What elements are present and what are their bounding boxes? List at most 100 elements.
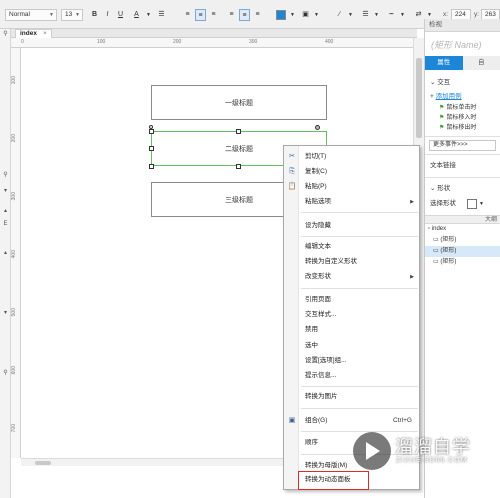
line-width-icon[interactable]: ☰ bbox=[360, 9, 371, 21]
menu-item-convert-custom-shape[interactable]: 转换为自定义形状 bbox=[299, 255, 420, 269]
resize-handle[interactable] bbox=[149, 146, 154, 151]
ruler-label: 300 bbox=[11, 192, 17, 201]
search-icon[interactable]: ⚲ bbox=[1, 30, 10, 37]
search-icon[interactable]: ⚲ bbox=[1, 369, 10, 376]
select-shape-row: 选择形状 ▼ bbox=[425, 198, 500, 210]
more-events-label: 更多事件>>> bbox=[433, 142, 468, 148]
ruler-label: 500 bbox=[11, 308, 17, 317]
event-label: 鼠标单击时 bbox=[446, 105, 477, 111]
menu-item-interaction-styles[interactable]: 交互样式... bbox=[299, 308, 420, 322]
font-size-select[interactable]: 13 ▼ bbox=[61, 9, 83, 21]
menu-separator bbox=[301, 386, 418, 387]
watermark-logo: 溜溜自学 ZIXUE.3D66.COM bbox=[350, 430, 500, 480]
chevron-down-icon[interactable]: ▼ bbox=[397, 9, 408, 21]
menu-item-cut[interactable]: 剪切(T) bbox=[299, 150, 420, 164]
add-case-link[interactable]: 添加用例 bbox=[436, 93, 462, 100]
align-center-icon[interactable]: ≡ bbox=[195, 9, 206, 21]
outline-root-label: index bbox=[431, 226, 447, 232]
font-color-button[interactable]: A bbox=[131, 9, 142, 21]
chevron-down-icon[interactable]: ▾ bbox=[1, 187, 10, 194]
menu-item-set-option-group[interactable]: 设置[选项]组... bbox=[299, 354, 420, 368]
chevron-down-icon[interactable]: ▼ bbox=[479, 198, 484, 210]
menu-item-paste-options[interactable]: 粘贴选项 ▶ bbox=[299, 195, 420, 209]
resize-handle[interactable] bbox=[149, 164, 154, 169]
shape-picker-swatch[interactable] bbox=[467, 199, 477, 209]
play-icon bbox=[366, 442, 380, 460]
menu-item-group[interactable]: 组合(G) Ctrl+G bbox=[299, 414, 420, 428]
chevron-down-icon[interactable]: ▼ bbox=[311, 9, 322, 21]
menu-item-shortcut: Ctrl+G bbox=[393, 417, 412, 424]
text-link-label[interactable]: 文本链接 bbox=[425, 159, 500, 169]
chevron-down-icon[interactable]: ▼ bbox=[287, 9, 298, 21]
rectangle-shape-1[interactable]: 一级标题 bbox=[151, 85, 327, 120]
line-color-icon[interactable]: ∕ bbox=[334, 9, 345, 21]
corner-radius-handle[interactable] bbox=[149, 125, 153, 129]
panel-item-icon[interactable]: E bbox=[1, 221, 10, 227]
tab-style[interactable]: 自 bbox=[462, 56, 500, 70]
menu-item-convert-image[interactable]: 转换为图片 bbox=[299, 390, 420, 404]
flag-icon: ⚑ bbox=[439, 125, 445, 131]
ruler-label: 200 bbox=[11, 134, 17, 143]
event-mouseenter[interactable]: ⚑ 鼠标移入时 bbox=[425, 113, 500, 123]
align-bottom-icon[interactable]: ≡ bbox=[252, 9, 263, 21]
line-style-icon[interactable]: ┅ bbox=[386, 9, 397, 21]
event-mouseout[interactable]: ⚑ 鼠标移出时 bbox=[425, 123, 500, 133]
menu-item-selected[interactable]: 选中 bbox=[299, 339, 420, 353]
scroll-thumb[interactable] bbox=[35, 461, 51, 465]
ruler-label: 700 bbox=[11, 424, 17, 433]
watermark-text: 溜溜自学 bbox=[395, 437, 471, 458]
align-left-icon[interactable]: ≡ bbox=[182, 9, 193, 21]
resize-handle[interactable] bbox=[236, 129, 241, 134]
tab-properties[interactable]: 属性 bbox=[425, 56, 463, 70]
menu-item-edit-text[interactable]: 编辑文本 bbox=[299, 240, 420, 254]
bullet-list-icon[interactable]: ☰ bbox=[156, 9, 167, 21]
menu-item-paste[interactable]: 粘贴(P) bbox=[299, 180, 420, 194]
event-onclick[interactable]: ⚑ 鼠标单击时 bbox=[425, 103, 500, 113]
scroll-arrow-icon[interactable]: ▴ bbox=[1, 249, 10, 256]
scroll-arrow-icon[interactable]: ▾ bbox=[1, 309, 10, 316]
underline-button[interactable]: U bbox=[115, 9, 126, 21]
outline-item[interactable]: ▭ (矩形) bbox=[425, 235, 500, 246]
bold-button[interactable]: B bbox=[89, 9, 100, 21]
shape-section-header[interactable]: ⌄ 形状 bbox=[425, 182, 500, 192]
section-title: 形状 bbox=[437, 185, 451, 192]
align-right-icon[interactable]: ≡ bbox=[208, 9, 219, 21]
menu-item-set-hidden[interactable]: 设为隐藏 bbox=[299, 219, 420, 233]
rotate-handle[interactable] bbox=[315, 125, 320, 130]
scroll-thumb[interactable] bbox=[416, 58, 422, 138]
align-middle-icon[interactable]: ≡ bbox=[239, 9, 250, 21]
outline-root[interactable]: ▫ index bbox=[425, 224, 500, 235]
menu-item-label: 改变形状 bbox=[305, 273, 331, 280]
shadow-icon[interactable]: ▣ bbox=[300, 9, 311, 21]
scroll-up-icon[interactable]: ▴ bbox=[1, 207, 10, 214]
shape-label: 一级标题 bbox=[225, 99, 253, 107]
search-icon[interactable]: ⚲ bbox=[1, 171, 10, 178]
submenu-arrow-icon: ▶ bbox=[410, 274, 414, 280]
shape-name-field[interactable]: (矩形 Name) bbox=[425, 32, 500, 56]
chevron-down-icon[interactable]: ▼ bbox=[345, 9, 356, 21]
menu-separator bbox=[301, 288, 418, 289]
menu-item-disabled[interactable]: 禁用 bbox=[299, 323, 420, 337]
outline-item[interactable]: ▭ (矩形) bbox=[425, 246, 500, 257]
chevron-down-icon[interactable]: ▼ bbox=[143, 9, 154, 21]
menu-item-change-shape[interactable]: 改变形状 ▶ bbox=[299, 270, 420, 284]
resize-handle[interactable] bbox=[236, 164, 241, 169]
menu-item-reference-page[interactable]: 引用页面 bbox=[299, 293, 420, 307]
close-icon[interactable]: × bbox=[43, 30, 47, 37]
fill-color-swatch[interactable] bbox=[276, 10, 286, 20]
arrow-style-icon[interactable]: ⇄ bbox=[413, 9, 424, 21]
outline-item[interactable]: ▭ (矩形) bbox=[425, 257, 500, 268]
italic-button[interactable]: I bbox=[102, 9, 113, 21]
tab-index[interactable]: index × bbox=[15, 29, 52, 38]
font-family-select[interactable]: Normal ▼ bbox=[5, 9, 57, 21]
resize-handle[interactable] bbox=[149, 129, 154, 134]
interaction-section-header[interactable]: ⌄ 交互 bbox=[425, 76, 500, 86]
outline-item-label: (矩形) bbox=[440, 259, 457, 265]
menu-item-tooltip[interactable]: 提示信息... bbox=[299, 369, 420, 383]
align-top-icon[interactable]: ≡ bbox=[226, 9, 237, 21]
left-panel-strip: ⚲ ⚲ ▾ ▴ E ▴ ▾ ⚲ bbox=[0, 29, 11, 498]
chevron-down-icon[interactable]: ▼ bbox=[371, 9, 382, 21]
flag-icon: ⚑ bbox=[439, 105, 445, 111]
menu-item-copy[interactable]: 复制(C) bbox=[299, 165, 420, 179]
more-events-select[interactable]: 更多事件>>> bbox=[429, 140, 496, 151]
